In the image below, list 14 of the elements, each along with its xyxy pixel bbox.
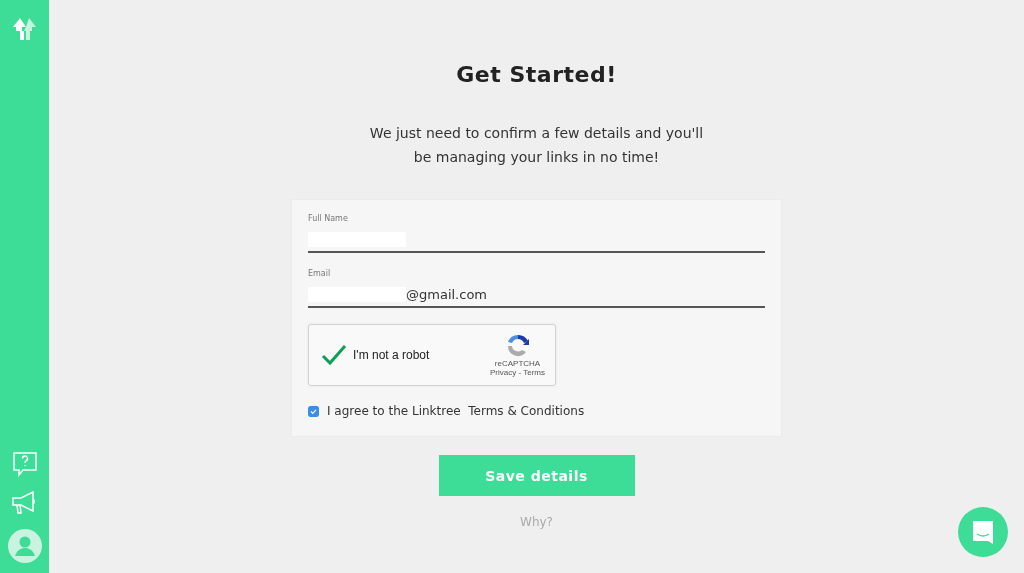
text-field[interactable]: Full Name (308, 214, 765, 253)
captcha-checkmark-icon[interactable] (321, 344, 347, 366)
text-field[interactable]: Email @gmail.com (308, 269, 765, 308)
agree-checkbox[interactable] (308, 405, 319, 417)
avatar-icon[interactable] (7, 529, 42, 563)
agree-label: I agree to the Linktree Terms & Conditions (327, 404, 585, 418)
captcha-label: I'm not a robot (353, 348, 430, 362)
intro-text: We just need to confirm a few details and you'll be managing your links in no time! (368, 124, 705, 167)
help-icon[interactable] (11, 451, 38, 477)
page-title: Get Started! (456, 62, 617, 87)
logo-icon[interactable] (12, 18, 37, 40)
privacy-terms-link[interactable]: Privacy - Terms (490, 368, 545, 377)
chat-icon[interactable] (958, 507, 1008, 557)
captcha-brand: reCAPTCHA (494, 359, 541, 368)
